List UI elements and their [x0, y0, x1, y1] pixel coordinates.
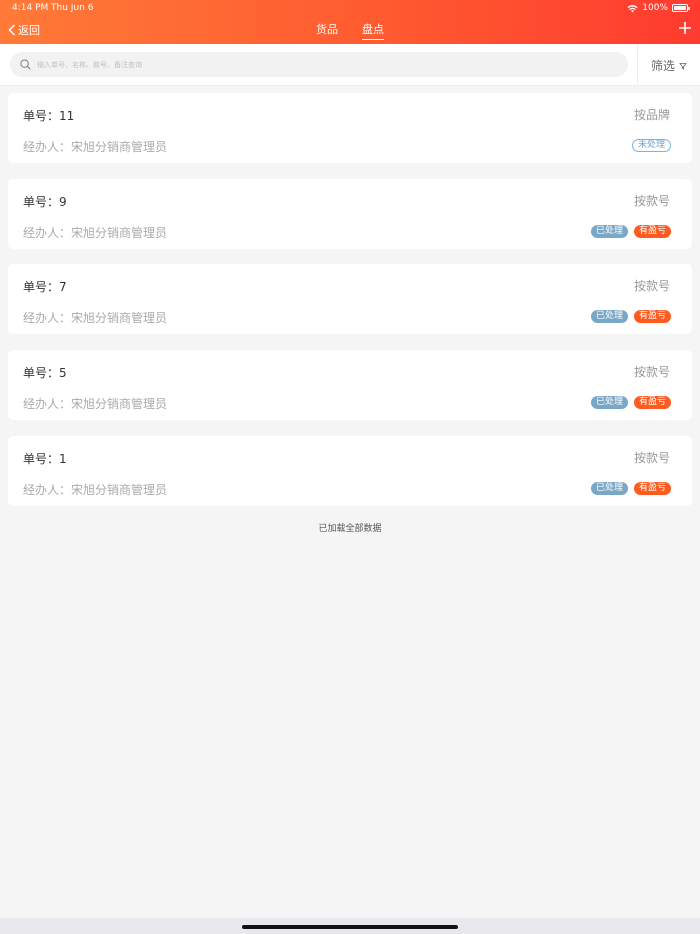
order-badges: 已处理 有盈亏 [590, 482, 671, 495]
order-type: 按款号 [633, 365, 670, 379]
home-indicator-area [0, 918, 700, 934]
order-type: 按款号 [633, 279, 670, 293]
order-card[interactable]: 单号：5 按款号 经办人：宋旭分销商管理员 已处理 有盈亏 [8, 350, 692, 420]
order-card[interactable]: 单号：9 按款号 经办人：宋旭分销商管理员 已处理 有盈亏 [8, 179, 692, 249]
search-icon [20, 59, 31, 70]
order-number: 单号：1 [23, 452, 67, 466]
order-handler: 经办人：宋旭分销商管理员 [23, 397, 168, 411]
tab-stocktake[interactable]: 盘点 [362, 21, 384, 40]
filter-divider [637, 44, 638, 86]
search-box[interactable] [10, 52, 628, 77]
order-card[interactable]: 单号：1 按款号 经办人：宋旭分销商管理员 已处理 有盈亏 [8, 436, 692, 506]
filter-funnel-icon [679, 62, 687, 70]
active-tab-indicator [362, 38, 384, 40]
order-handler: 经办人：宋旭分销商管理员 [23, 311, 168, 325]
add-icon[interactable] [678, 21, 692, 35]
order-type: 按品牌 [633, 108, 670, 122]
order-number: 单号：5 [23, 366, 67, 380]
order-number: 单号：9 [23, 195, 67, 209]
filter-label: 筛选 [651, 59, 676, 73]
order-badges: 已处理 有盈亏 [590, 396, 671, 409]
all-loaded-text: 已加载全部数据 [318, 524, 382, 534]
order-card[interactable]: 单号：11 按品牌 经办人：宋旭分销商管理员 未处理 [8, 93, 692, 163]
status-right: 100% [627, 0, 690, 16]
order-number: 单号：7 [23, 280, 67, 294]
order-handler: 经办人：宋旭分销商管理员 [23, 483, 168, 497]
order-type: 按款号 [633, 451, 670, 465]
back-label: 返回 [18, 24, 40, 37]
search-row: 筛选 [0, 44, 700, 86]
status-badge-profit-loss: 有盈亏 [633, 396, 671, 409]
order-badges: 已处理 有盈亏 [590, 310, 671, 323]
filter-button[interactable]: 筛选 [651, 57, 687, 74]
order-handler: 经办人：宋旭分销商管理员 [23, 140, 168, 154]
home-indicator[interactable] [242, 925, 458, 929]
order-type: 按款号 [633, 194, 670, 208]
tab-stocktake-label: 盘点 [362, 23, 384, 36]
search-input[interactable] [37, 52, 617, 77]
order-badges: 已处理 有盈亏 [590, 225, 671, 238]
battery-icon [672, 4, 690, 12]
status-badge-processed: 已处理 [590, 482, 628, 495]
back-button[interactable]: 返回 [8, 21, 40, 39]
status-bar: 4:14 PM Thu Jun 6 100% [0, 0, 700, 16]
app-header: 4:14 PM Thu Jun 6 100% 返回 货品 盘点 [0, 0, 700, 44]
status-badge-processed: 已处理 [590, 310, 628, 323]
order-number: 单号：11 [23, 109, 75, 123]
battery-percent: 100% [642, 3, 668, 13]
order-handler: 经办人：宋旭分销商管理员 [23, 226, 168, 240]
status-date: Thu Jun 6 [51, 3, 94, 13]
tab-goods-label: 货品 [316, 23, 338, 36]
tab-goods[interactable]: 货品 [316, 21, 338, 39]
status-badge-profit-loss: 有盈亏 [633, 482, 671, 495]
status-time: 4:14 PM [12, 3, 49, 13]
nav-bar: 返回 货品 盘点 [0, 16, 700, 44]
status-badge-processed: 已处理 [590, 396, 628, 409]
status-badge-processed: 已处理 [590, 225, 628, 238]
chevron-left-icon [8, 24, 16, 36]
status-badge-profit-loss: 有盈亏 [633, 310, 671, 323]
status-badge-profit-loss: 有盈亏 [633, 225, 671, 238]
wifi-icon [627, 4, 638, 12]
status-badge-unprocessed: 未处理 [631, 139, 671, 152]
order-card[interactable]: 单号：7 按款号 经办人：宋旭分销商管理员 已处理 有盈亏 [8, 264, 692, 334]
order-badges: 未处理 [631, 139, 671, 152]
